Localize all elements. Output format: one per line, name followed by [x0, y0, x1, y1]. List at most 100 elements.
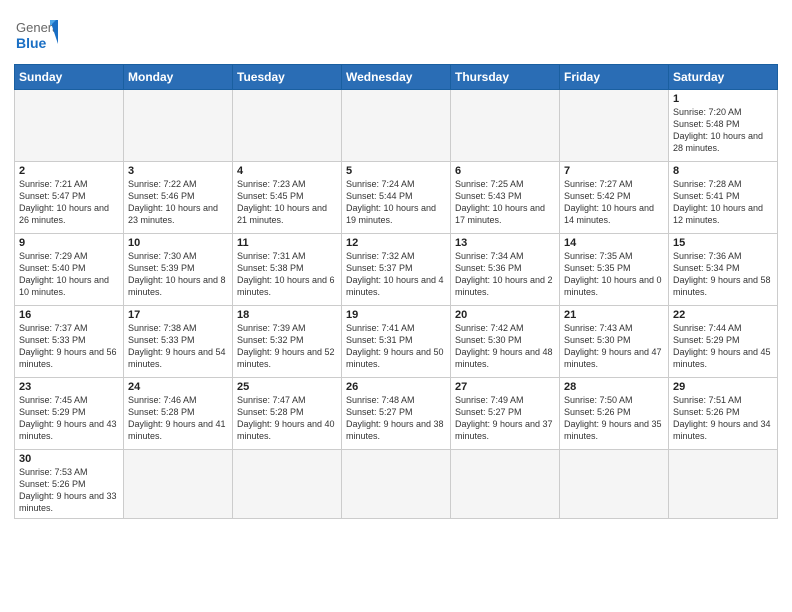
- day-number: 29: [673, 381, 773, 393]
- day-number: 17: [128, 309, 228, 321]
- day-number: 7: [564, 165, 664, 177]
- day-info: Sunrise: 7:39 AM Sunset: 5:32 PM Dayligh…: [237, 322, 337, 371]
- logo: General Blue: [14, 10, 58, 56]
- day-info: Sunrise: 7:24 AM Sunset: 5:44 PM Dayligh…: [346, 178, 446, 227]
- day-number: 22: [673, 309, 773, 321]
- calendar-cell: 22Sunrise: 7:44 AM Sunset: 5:29 PM Dayli…: [669, 306, 778, 378]
- day-number: 14: [564, 237, 664, 249]
- calendar-header-row: SundayMondayTuesdayWednesdayThursdayFrid…: [15, 65, 778, 90]
- day-info: Sunrise: 7:42 AM Sunset: 5:30 PM Dayligh…: [455, 322, 555, 371]
- calendar-cell: 9Sunrise: 7:29 AM Sunset: 5:40 PM Daylig…: [15, 234, 124, 306]
- day-info: Sunrise: 7:27 AM Sunset: 5:42 PM Dayligh…: [564, 178, 664, 227]
- calendar-cell: 19Sunrise: 7:41 AM Sunset: 5:31 PM Dayli…: [342, 306, 451, 378]
- calendar-cell: 23Sunrise: 7:45 AM Sunset: 5:29 PM Dayli…: [15, 378, 124, 450]
- calendar-cell: 25Sunrise: 7:47 AM Sunset: 5:28 PM Dayli…: [233, 378, 342, 450]
- calendar-cell: [15, 90, 124, 162]
- day-number: 20: [455, 309, 555, 321]
- day-number: 11: [237, 237, 337, 249]
- calendar-week-1: 2Sunrise: 7:21 AM Sunset: 5:47 PM Daylig…: [15, 162, 778, 234]
- calendar-cell: 18Sunrise: 7:39 AM Sunset: 5:32 PM Dayli…: [233, 306, 342, 378]
- calendar-cell: 29Sunrise: 7:51 AM Sunset: 5:26 PM Dayli…: [669, 378, 778, 450]
- day-info: Sunrise: 7:45 AM Sunset: 5:29 PM Dayligh…: [19, 394, 119, 443]
- day-info: Sunrise: 7:32 AM Sunset: 5:37 PM Dayligh…: [346, 250, 446, 299]
- calendar-cell: [669, 450, 778, 519]
- calendar-week-2: 9Sunrise: 7:29 AM Sunset: 5:40 PM Daylig…: [15, 234, 778, 306]
- day-info: Sunrise: 7:21 AM Sunset: 5:47 PM Dayligh…: [19, 178, 119, 227]
- calendar-cell: 8Sunrise: 7:28 AM Sunset: 5:41 PM Daylig…: [669, 162, 778, 234]
- calendar-cell: 12Sunrise: 7:32 AM Sunset: 5:37 PM Dayli…: [342, 234, 451, 306]
- day-info: Sunrise: 7:34 AM Sunset: 5:36 PM Dayligh…: [455, 250, 555, 299]
- day-info: Sunrise: 7:37 AM Sunset: 5:33 PM Dayligh…: [19, 322, 119, 371]
- calendar-cell: [233, 90, 342, 162]
- calendar-cell: 1Sunrise: 7:20 AM Sunset: 5:48 PM Daylig…: [669, 90, 778, 162]
- calendar-week-3: 16Sunrise: 7:37 AM Sunset: 5:33 PM Dayli…: [15, 306, 778, 378]
- day-info: Sunrise: 7:22 AM Sunset: 5:46 PM Dayligh…: [128, 178, 228, 227]
- calendar-cell: [451, 90, 560, 162]
- day-number: 12: [346, 237, 446, 249]
- calendar-cell: 3Sunrise: 7:22 AM Sunset: 5:46 PM Daylig…: [124, 162, 233, 234]
- day-info: Sunrise: 7:53 AM Sunset: 5:26 PM Dayligh…: [19, 466, 119, 515]
- calendar-cell: 2Sunrise: 7:21 AM Sunset: 5:47 PM Daylig…: [15, 162, 124, 234]
- day-header-saturday: Saturday: [669, 65, 778, 90]
- calendar-cell: 28Sunrise: 7:50 AM Sunset: 5:26 PM Dayli…: [560, 378, 669, 450]
- calendar-cell: [451, 450, 560, 519]
- day-info: Sunrise: 7:46 AM Sunset: 5:28 PM Dayligh…: [128, 394, 228, 443]
- day-info: Sunrise: 7:35 AM Sunset: 5:35 PM Dayligh…: [564, 250, 664, 299]
- day-number: 30: [19, 453, 119, 465]
- calendar-week-5: 30Sunrise: 7:53 AM Sunset: 5:26 PM Dayli…: [15, 450, 778, 519]
- calendar-cell: 11Sunrise: 7:31 AM Sunset: 5:38 PM Dayli…: [233, 234, 342, 306]
- day-header-monday: Monday: [124, 65, 233, 90]
- calendar-cell: 26Sunrise: 7:48 AM Sunset: 5:27 PM Dayli…: [342, 378, 451, 450]
- day-info: Sunrise: 7:36 AM Sunset: 5:34 PM Dayligh…: [673, 250, 773, 299]
- day-number: 21: [564, 309, 664, 321]
- calendar-cell: 27Sunrise: 7:49 AM Sunset: 5:27 PM Dayli…: [451, 378, 560, 450]
- day-number: 2: [19, 165, 119, 177]
- day-number: 23: [19, 381, 119, 393]
- calendar-cell: 13Sunrise: 7:34 AM Sunset: 5:36 PM Dayli…: [451, 234, 560, 306]
- calendar-cell: [560, 450, 669, 519]
- day-number: 15: [673, 237, 773, 249]
- day-number: 6: [455, 165, 555, 177]
- calendar-cell: 5Sunrise: 7:24 AM Sunset: 5:44 PM Daylig…: [342, 162, 451, 234]
- day-header-wednesday: Wednesday: [342, 65, 451, 90]
- day-header-thursday: Thursday: [451, 65, 560, 90]
- day-header-sunday: Sunday: [15, 65, 124, 90]
- day-number: 10: [128, 237, 228, 249]
- day-info: Sunrise: 7:23 AM Sunset: 5:45 PM Dayligh…: [237, 178, 337, 227]
- day-number: 26: [346, 381, 446, 393]
- calendar-cell: 24Sunrise: 7:46 AM Sunset: 5:28 PM Dayli…: [124, 378, 233, 450]
- day-number: 19: [346, 309, 446, 321]
- calendar-cell: [560, 90, 669, 162]
- day-number: 25: [237, 381, 337, 393]
- calendar-cell: 30Sunrise: 7:53 AM Sunset: 5:26 PM Dayli…: [15, 450, 124, 519]
- calendar-cell: 6Sunrise: 7:25 AM Sunset: 5:43 PM Daylig…: [451, 162, 560, 234]
- calendar-cell: 16Sunrise: 7:37 AM Sunset: 5:33 PM Dayli…: [15, 306, 124, 378]
- calendar-cell: [233, 450, 342, 519]
- day-number: 4: [237, 165, 337, 177]
- logo-svg: General Blue: [14, 12, 58, 56]
- day-info: Sunrise: 7:38 AM Sunset: 5:33 PM Dayligh…: [128, 322, 228, 371]
- logo-icon: General Blue: [14, 12, 58, 56]
- day-info: Sunrise: 7:31 AM Sunset: 5:38 PM Dayligh…: [237, 250, 337, 299]
- day-info: Sunrise: 7:25 AM Sunset: 5:43 PM Dayligh…: [455, 178, 555, 227]
- day-number: 13: [455, 237, 555, 249]
- day-number: 9: [19, 237, 119, 249]
- day-header-friday: Friday: [560, 65, 669, 90]
- day-info: Sunrise: 7:28 AM Sunset: 5:41 PM Dayligh…: [673, 178, 773, 227]
- calendar-cell: 20Sunrise: 7:42 AM Sunset: 5:30 PM Dayli…: [451, 306, 560, 378]
- day-number: 24: [128, 381, 228, 393]
- calendar-cell: 10Sunrise: 7:30 AM Sunset: 5:39 PM Dayli…: [124, 234, 233, 306]
- page: General Blue SundayMondayTuesdayWednesda…: [0, 0, 792, 612]
- day-number: 1: [673, 93, 773, 105]
- day-info: Sunrise: 7:47 AM Sunset: 5:28 PM Dayligh…: [237, 394, 337, 443]
- day-info: Sunrise: 7:30 AM Sunset: 5:39 PM Dayligh…: [128, 250, 228, 299]
- calendar-cell: 21Sunrise: 7:43 AM Sunset: 5:30 PM Dayli…: [560, 306, 669, 378]
- calendar-cell: [124, 90, 233, 162]
- calendar-cell: 15Sunrise: 7:36 AM Sunset: 5:34 PM Dayli…: [669, 234, 778, 306]
- day-number: 5: [346, 165, 446, 177]
- day-info: Sunrise: 7:50 AM Sunset: 5:26 PM Dayligh…: [564, 394, 664, 443]
- day-info: Sunrise: 7:48 AM Sunset: 5:27 PM Dayligh…: [346, 394, 446, 443]
- day-number: 18: [237, 309, 337, 321]
- day-number: 28: [564, 381, 664, 393]
- calendar-week-0: 1Sunrise: 7:20 AM Sunset: 5:48 PM Daylig…: [15, 90, 778, 162]
